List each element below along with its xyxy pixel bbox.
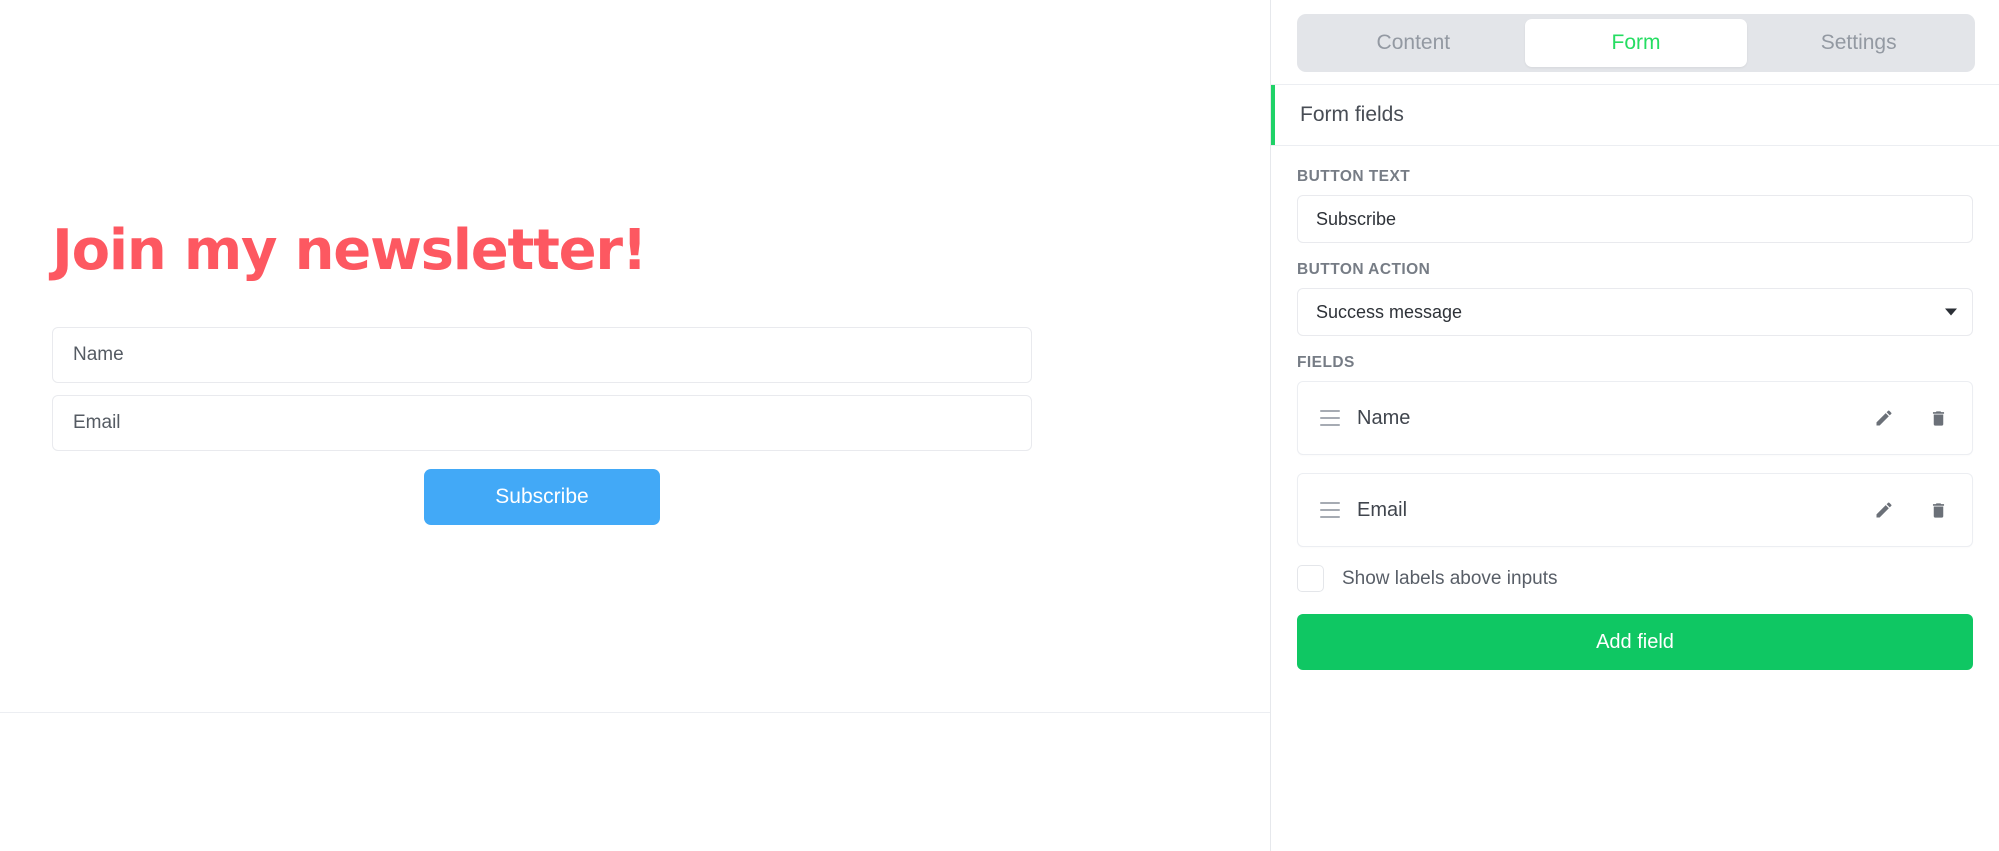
tab-form[interactable]: Form	[1524, 19, 1748, 67]
trash-icon[interactable]	[1926, 406, 1950, 430]
tabbar: Content Form Settings	[1297, 14, 1975, 72]
preview-content: Join my newsletter! Name Email Subscribe	[52, 218, 1032, 526]
field-row-actions	[1872, 498, 1950, 522]
preview-pane: Join my newsletter! Name Email Subscribe	[0, 0, 1271, 851]
button-action-select-wrap: Success message	[1297, 288, 1973, 336]
app-root: Join my newsletter! Name Email Subscribe…	[0, 0, 1999, 851]
tab-content[interactable]: Content	[1302, 19, 1525, 67]
section-title: Form fields	[1300, 103, 1404, 126]
field-row-name[interactable]: Name	[1297, 381, 1973, 455]
tab-settings[interactable]: Settings	[1747, 19, 1970, 67]
field-list: Name Email	[1297, 381, 1973, 547]
button-action-select[interactable]: Success message	[1297, 288, 1973, 336]
tabbar-wrap: Content Form Settings	[1271, 0, 1999, 84]
settings-panel: Content Form Settings Form fields BUTTON…	[1271, 0, 1999, 851]
pencil-icon[interactable]	[1872, 498, 1896, 522]
preview-input-name[interactable]: Name	[52, 327, 1032, 384]
fields-label: FIELDS	[1297, 354, 1355, 371]
panel-body: BUTTON TEXT BUTTON ACTION Success messag…	[1271, 146, 1999, 670]
button-text-label: BUTTON TEXT	[1297, 168, 1411, 185]
preview-headline: Join my newsletter!	[52, 218, 647, 283]
trash-icon[interactable]	[1926, 498, 1950, 522]
add-field-button[interactable]: Add field	[1297, 614, 1973, 670]
field-row-label: Email	[1357, 498, 1408, 521]
show-labels-checkbox[interactable]	[1297, 565, 1324, 592]
button-text-input[interactable]	[1297, 195, 1973, 243]
preview-submit-row: Subscribe	[52, 469, 1032, 526]
button-action-label: BUTTON ACTION	[1297, 261, 1431, 278]
drag-handle-icon[interactable]	[1320, 502, 1340, 518]
pencil-icon[interactable]	[1872, 406, 1896, 430]
show-labels-label: Show labels above inputs	[1342, 567, 1558, 589]
show-labels-row[interactable]: Show labels above inputs	[1297, 565, 1973, 592]
field-row-label: Name	[1357, 406, 1411, 429]
field-row-actions	[1872, 406, 1950, 430]
preview-subscribe-button[interactable]: Subscribe	[424, 469, 660, 526]
field-row-email[interactable]: Email	[1297, 473, 1973, 547]
preview-divider	[0, 712, 1270, 713]
drag-handle-icon[interactable]	[1320, 410, 1340, 426]
section-header-form-fields: Form fields	[1271, 84, 1999, 146]
preview-input-email[interactable]: Email	[52, 395, 1032, 452]
preview-form: Name Email Subscribe	[52, 327, 1032, 526]
